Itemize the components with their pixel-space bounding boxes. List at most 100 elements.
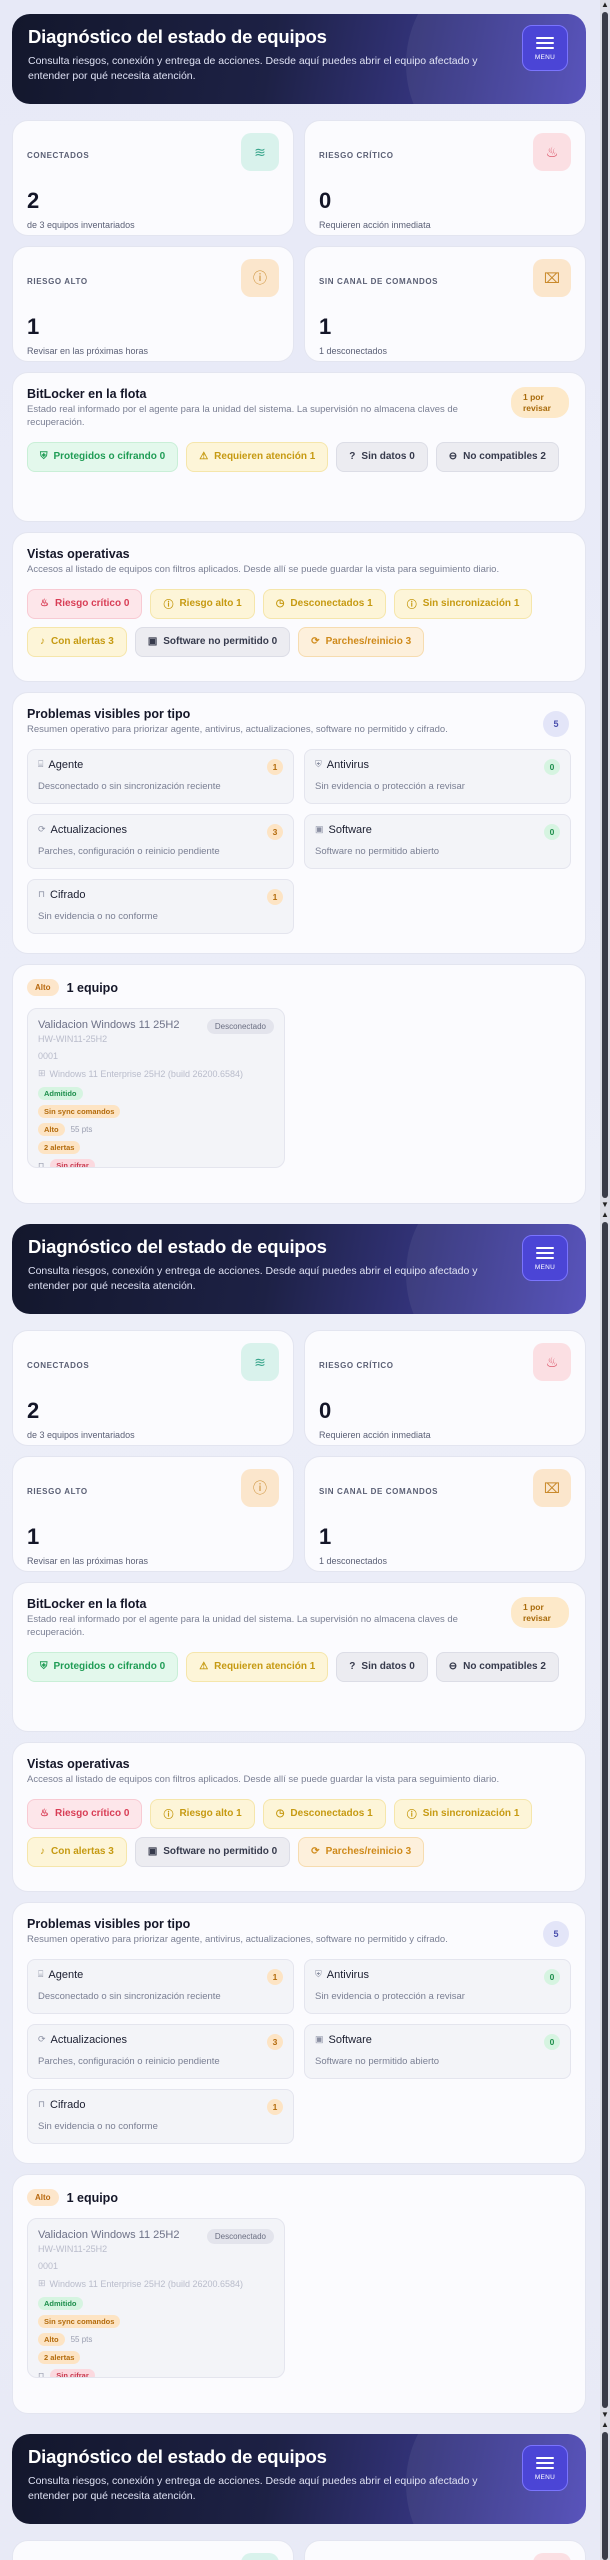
scrollbar[interactable]: ▲ ▼ [600, 0, 610, 1210]
chip-no-data[interactable]: ? Sin datos 0 [336, 441, 428, 472]
chip-high-risk[interactable]: ⓘ Riesgo alto 1 [150, 588, 255, 619]
stat-card-critical[interactable]: ♨ RIESGO CRÍTICO 0 Requieren acción inme… [304, 1330, 586, 1446]
stat-card-critical[interactable]: ♨ [304, 2540, 586, 2560]
device-serial: 0001 [38, 2261, 59, 2271]
shield-check-icon: ⛨ [40, 451, 48, 463]
stat-card-high[interactable]: ⓘ RIESGO ALTO 1 Revisar en las próximas … [12, 1456, 294, 1572]
menu-button[interactable]: MENU [522, 25, 568, 71]
problem-agent[interactable]: ⌸ Agente Desconectado o sin sincronización… [27, 748, 294, 804]
stat-card-no-command-channel[interactable]: ⌧ SIN CANAL DE COMANDOS 1 1 desconectado… [304, 1456, 586, 1572]
chip-label: Con alertas 3 [51, 1846, 114, 1858]
scrollbar-thumb[interactable] [602, 12, 608, 1198]
chip-not-compatible[interactable]: ⊖ No compatibles 2 [435, 1651, 559, 1682]
chip-with-alerts[interactable]: ♪ Con alertas 3 [27, 1836, 127, 1867]
chip-needs-attention[interactable]: ⚠ Requieren atención 1 [186, 1651, 329, 1682]
chip-disconnected[interactable]: ◷ Desconectados 1 [262, 588, 386, 619]
hamburger-icon-bar [536, 2462, 554, 2464]
stat-card-connected[interactable]: ≋ [12, 2540, 294, 2560]
problem-encryption[interactable]: ⊓ Cifrado Sin evidencia o no conforme 1 [27, 2088, 294, 2144]
chip-no-data[interactable]: ? Sin datos 0 [336, 1651, 428, 1682]
problem-agent[interactable]: ⌸ Agente Desconectado o sin sincronización… [27, 1958, 294, 2014]
refresh-icon: ⟳ [38, 824, 46, 835]
scroll-down-icon[interactable]: ▼ [600, 1200, 610, 1210]
problem-updates[interactable]: ⟳ Actualizaciones Parches, configuración o… [27, 813, 294, 869]
problem-software[interactable]: ▣ Software Software no permitido abierto 0 [304, 2023, 571, 2079]
chip-patches-restart[interactable]: ⟳ Parches/reinicio 3 [298, 626, 425, 657]
scrollbar-thumb[interactable] [602, 2432, 608, 2560]
stat-card-high[interactable]: ⓘ RIESGO ALTO 1 Revisar en las próximas … [12, 246, 294, 362]
problem-count: 0 [544, 1968, 560, 1985]
device-hostname: HW-WIN11-25H2 [38, 2244, 108, 2254]
problem-desc: Parches, configuración o reinicio pendie… [38, 2055, 220, 2067]
group-header: Alto 1 equipo [27, 979, 571, 996]
chip-high-risk[interactable]: ⓘ Riesgo alto 1 [150, 1798, 255, 1829]
chip-critical-risk[interactable]: ♨ Riesgo crítico 0 [27, 588, 143, 619]
device-card[interactable]: Desconectado Validacion Windows 11 25H2 … [27, 2218, 285, 2378]
page-title: Diagnóstico del estado de equipos [28, 2446, 327, 2467]
stat-description: 1 desconectados [319, 1556, 388, 1566]
chip-with-alerts[interactable]: ♪ Con alertas 3 [27, 626, 127, 657]
scrollbar[interactable]: ▲ [600, 2420, 610, 2560]
problem-antivirus[interactable]: ⛨ Antivirus Sin evidencia o protección a r… [304, 1958, 571, 2014]
shield-icon: ⛨ [315, 1969, 322, 1980]
chip-label: No compatibles 2 [463, 451, 546, 463]
risk-points: 55 pts [70, 1125, 93, 1134]
hamburger-icon [536, 37, 554, 39]
problems-subtitle: Resumen operativo para priorizar agente,… [27, 724, 448, 735]
chip-label: No compatibles 2 [463, 1661, 546, 1673]
chip-disallowed-software[interactable]: ▣ Software no permitido 0 [134, 626, 291, 657]
chip-no-sync[interactable]: ⓘ Sin sincronización 1 [393, 1798, 533, 1829]
chip-critical-risk[interactable]: ♨ Riesgo crítico 0 [27, 1798, 143, 1829]
stat-description: Requieren acción inmediata [319, 220, 431, 230]
problem-antivirus[interactable]: ⛨ Antivirus Sin evidencia o protección a r… [304, 748, 571, 804]
package-icon: ▣ [147, 636, 158, 648]
stat-card-connected[interactable]: ≋ CONECTADOS 2 de 3 equipos inventariado… [12, 120, 294, 236]
agent-icon: ⌸ [38, 1969, 44, 1980]
stats-grid: ≋ ♨ [12, 2540, 586, 2560]
chip-patches-restart[interactable]: ⟳ Parches/reinicio 3 [298, 1836, 425, 1867]
hamburger-icon-bar [536, 47, 554, 49]
problem-software[interactable]: ▣ Software Software no permitido abierto 0 [304, 813, 571, 869]
scrollbar[interactable]: ▲ ▼ [600, 1210, 610, 2420]
bitlocker-card: BitLocker en la flota Estado real inform… [12, 1582, 586, 1732]
chip-label: Sin sincronización 1 [422, 598, 520, 610]
chip-no-sync[interactable]: ⓘ Sin sincronización 1 [393, 588, 533, 619]
alert-circle-icon: ⓘ [241, 259, 279, 297]
scroll-up-icon[interactable]: ▲ [600, 1210, 610, 1220]
device-hostname: HW-WIN11-25H2 [38, 1034, 108, 1044]
device-tags: Admitido Sin sync comandos Alto 55 pts 2 … [38, 2297, 274, 2377]
stat-description: 1 desconectados [319, 346, 388, 356]
review-badge: 1 por revisar [511, 1597, 569, 1629]
chip-protected[interactable]: ⛨ Protegidos o cifrando 0 [27, 441, 179, 472]
scrollbar-thumb[interactable] [602, 1222, 608, 2408]
chip-disallowed-software[interactable]: ▣ Software no permitido 0 [134, 1836, 291, 1867]
stat-card-no-command-channel[interactable]: ⌧ SIN CANAL DE COMANDOS 1 1 desconectado… [304, 246, 586, 362]
menu-button[interactable]: MENU [522, 2445, 568, 2491]
chip-not-compatible[interactable]: ⊖ No compatibles 2 [435, 441, 559, 472]
scroll-down-icon[interactable]: ▼ [600, 2410, 610, 2420]
menu-button[interactable]: MENU [522, 1235, 568, 1281]
problem-desc: Desconectado o sin sincronización recien… [38, 780, 221, 792]
minus-circle-icon: ⊖ [448, 1661, 458, 1673]
chip-disconnected[interactable]: ◷ Desconectados 1 [262, 1798, 386, 1829]
problem-updates[interactable]: ⟳ Actualizaciones Parches, configuración o… [27, 2023, 294, 2079]
stat-card-connected[interactable]: ≋ CONECTADOS 2 de 3 equipos inventariado… [12, 1330, 294, 1446]
problems-title: Problemas visibles por tipo [27, 1917, 191, 1931]
operational-views-card: Vistas operativas Accesos al listado de … [12, 532, 586, 682]
help-circle-icon: ? [349, 451, 356, 463]
chip-needs-attention[interactable]: ⚠ Requieren atención 1 [186, 441, 329, 472]
scroll-up-icon[interactable]: ▲ [600, 0, 610, 10]
scroll-up-icon[interactable]: ▲ [600, 2420, 610, 2430]
chip-protected[interactable]: ⛨ Protegidos o cifrando 0 [27, 1651, 179, 1682]
stat-value: 2 [27, 188, 40, 213]
alert-circle-icon: ⓘ [241, 1469, 279, 1507]
views-subtitle: Accesos al listado de equipos con filtro… [27, 1774, 500, 1785]
problem-encryption[interactable]: ⊓ Cifrado Sin evidencia o no conforme 1 [27, 878, 294, 934]
menu-label: MENU [534, 1263, 556, 1271]
stat-card-critical[interactable]: ♨ RIESGO CRÍTICO 0 Requieren acción inme… [304, 120, 586, 236]
flame-icon: ♨ [533, 133, 571, 171]
severity-badge: Alto [27, 2189, 59, 2206]
page-content: Diagnóstico del estado de equipos Consul… [0, 1210, 598, 2414]
viewport-section-2: Diagnóstico del estado de equipos Consul… [0, 1210, 610, 2420]
device-card[interactable]: Desconectado Validacion Windows 11 25H2 … [27, 1008, 285, 1168]
